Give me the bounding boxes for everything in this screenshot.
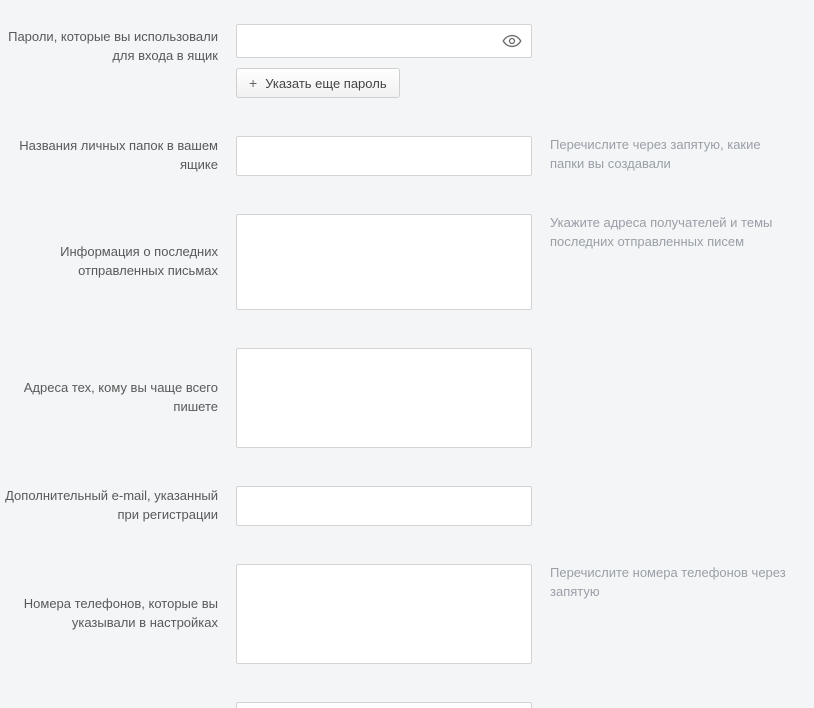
label-frequent-addresses: Адреса тех, кому вы чаще всего пишете: [0, 348, 236, 448]
add-password-button[interactable]: + Указать еще пароль: [236, 68, 400, 98]
label-phones: Номера телефонов, которые вы указывали в…: [0, 564, 236, 664]
row-folders: Названия личных папок в вашем ящике Пере…: [0, 136, 814, 176]
password-input[interactable]: [236, 24, 532, 58]
row-alt-email: Дополнительный e-mail, указанный при рег…: [0, 486, 814, 526]
label-password: Пароли, которые вы использовали для вход…: [0, 24, 236, 98]
label-extra: [0, 702, 236, 708]
alt-email-input[interactable]: [236, 486, 532, 526]
sent-info-input[interactable]: [236, 214, 532, 310]
row-extra: [0, 702, 814, 708]
password-input-wrap: [236, 24, 532, 58]
sent-info-input-col: [236, 214, 532, 310]
eye-icon[interactable]: [502, 31, 522, 51]
alt-email-input-col: [236, 486, 532, 526]
label-folders: Названия личных папок в вашем ящике: [0, 136, 236, 176]
password-input-group: + Указать еще пароль: [236, 24, 532, 98]
frequent-addresses-input-col: [236, 348, 532, 448]
label-sent-info: Информация о последних отправленных пись…: [0, 214, 236, 310]
recovery-form: Пароли, которые вы использовали для вход…: [0, 0, 814, 708]
extra-input-peek: [236, 702, 532, 708]
row-phones: Номера телефонов, которые вы указывали в…: [0, 564, 814, 664]
phones-input[interactable]: [236, 564, 532, 664]
folders-input[interactable]: [236, 136, 532, 176]
phones-input-col: [236, 564, 532, 664]
hint-folders: Перечислите через запятую, какие папки в…: [532, 136, 792, 174]
hint-phones: Перечислите номера телефонов через запят…: [532, 564, 792, 602]
row-sent-info: Информация о последних отправленных пись…: [0, 214, 814, 310]
row-frequent-addresses: Адреса тех, кому вы чаще всего пишете: [0, 348, 814, 448]
extra-input-col: [236, 702, 532, 708]
hint-sent-info: Укажите адреса получателей и темы послед…: [532, 214, 792, 252]
folders-input-col: [236, 136, 532, 176]
plus-icon: +: [249, 76, 257, 90]
add-password-button-label: Указать еще пароль: [265, 76, 386, 91]
label-alt-email: Дополнительный e-mail, указанный при рег…: [0, 486, 236, 526]
row-password: Пароли, которые вы использовали для вход…: [0, 24, 814, 98]
frequent-addresses-input[interactable]: [236, 348, 532, 448]
